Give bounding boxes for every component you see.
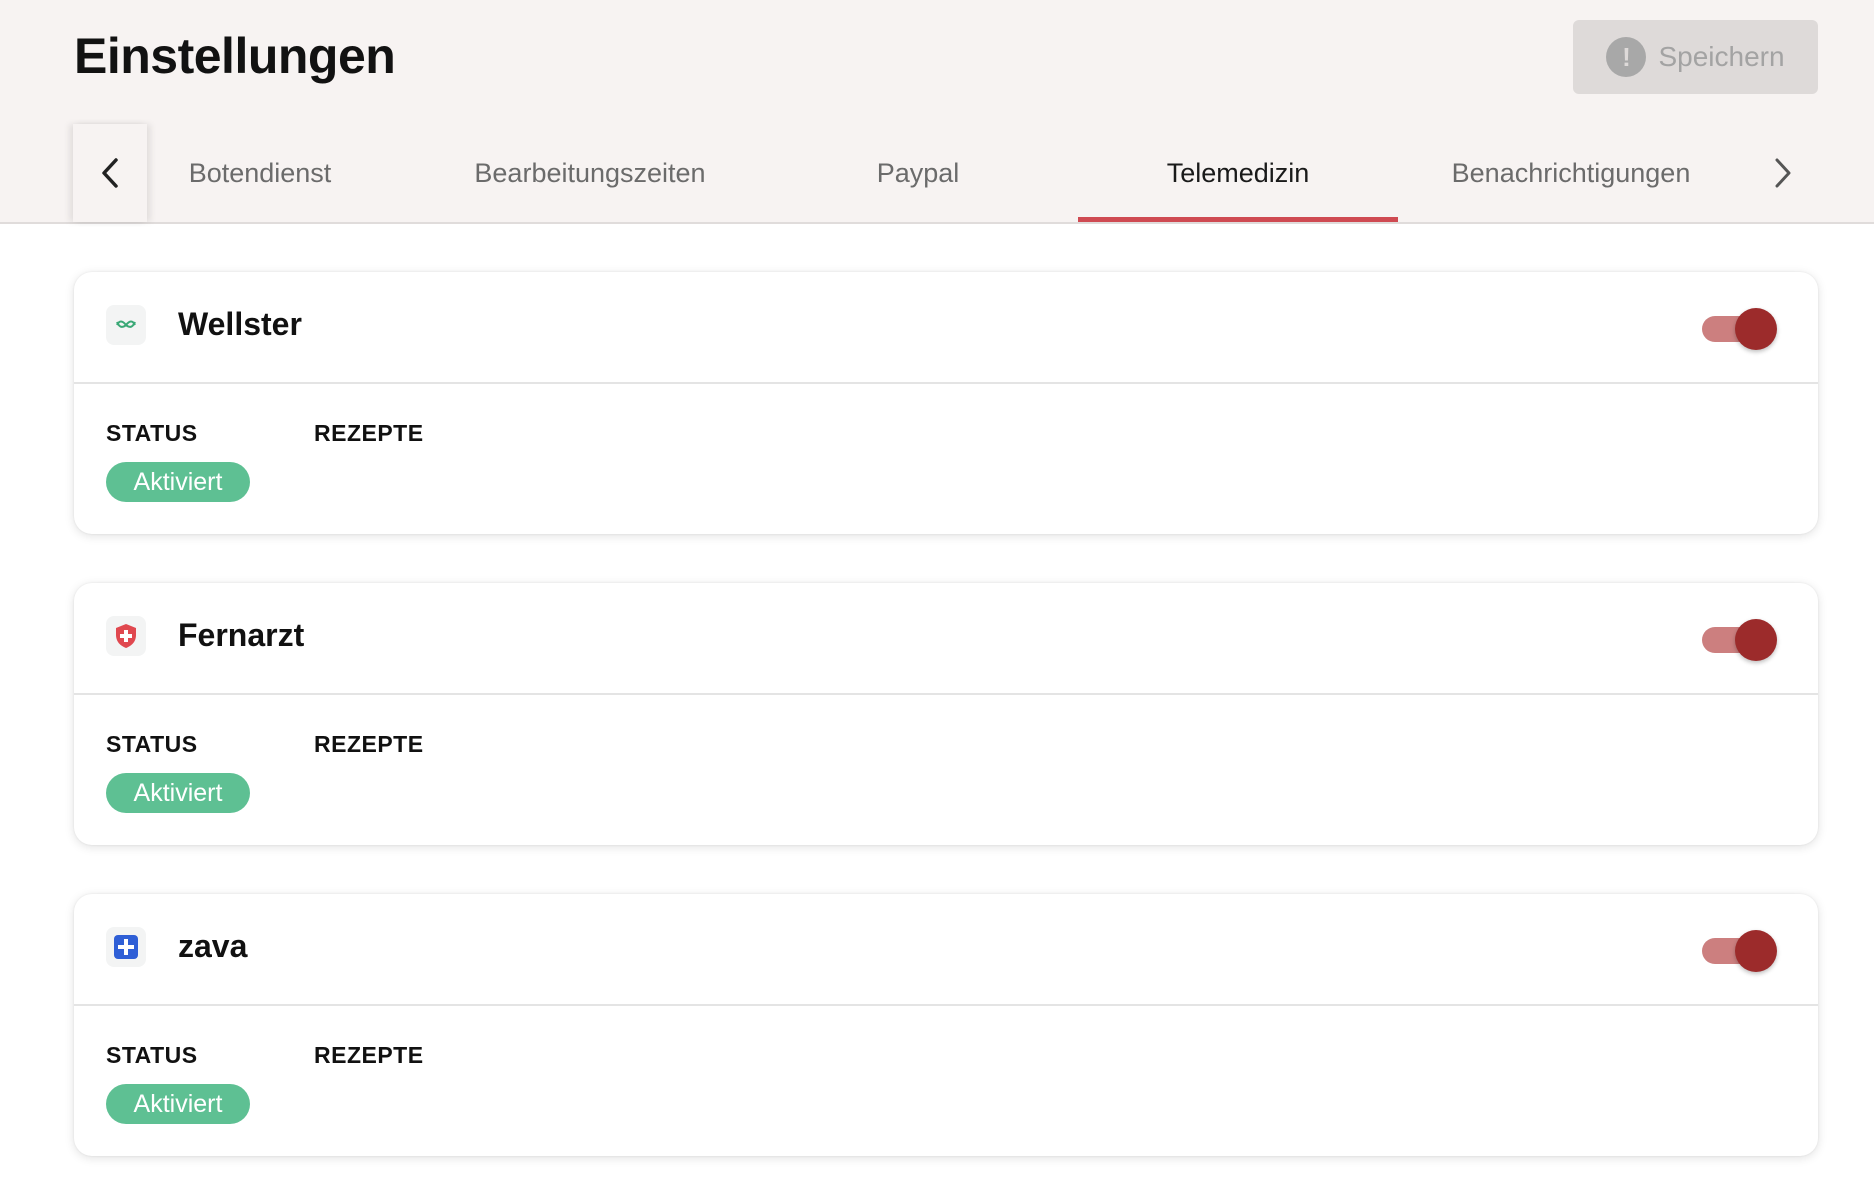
status-label: STATUS bbox=[106, 1042, 198, 1068]
toggle-knob bbox=[1735, 930, 1777, 972]
page-header: Einstellungen ! Speichern bbox=[0, 0, 1874, 124]
provider-card-wellster: Wellster STATUS REZEPTE Aktiviert bbox=[74, 272, 1818, 534]
status-badge: Aktiviert bbox=[106, 773, 250, 813]
zava-cross-icon bbox=[106, 927, 146, 967]
provider-toggle[interactable] bbox=[1702, 619, 1778, 661]
provider-card-header: zava bbox=[74, 894, 1818, 1006]
wellster-logo-icon bbox=[106, 305, 146, 345]
provider-name: zava bbox=[178, 928, 248, 964]
status-label: STATUS bbox=[106, 731, 198, 757]
active-tab-indicator bbox=[1078, 217, 1398, 222]
provider-card-zava: zava STATUS REZEPTE Aktiviert bbox=[74, 894, 1818, 1156]
provider-card-fernarzt: Fernarzt STATUS REZEPTE Aktiviert bbox=[74, 583, 1818, 845]
status-label: STATUS bbox=[106, 420, 198, 446]
save-button[interactable]: ! Speichern bbox=[1573, 20, 1818, 94]
provider-name: Fernarzt bbox=[178, 617, 305, 653]
rezepte-label: REZEPTE bbox=[314, 731, 424, 757]
provider-card-header: Wellster bbox=[74, 272, 1818, 384]
chevron-left-icon bbox=[102, 158, 118, 188]
tab-benachrichtigungen[interactable]: Benachrichtigungen bbox=[1420, 124, 1722, 222]
provider-toggle[interactable] bbox=[1702, 308, 1778, 350]
chevron-right-icon bbox=[1775, 158, 1791, 188]
status-badge: Aktiviert bbox=[106, 1084, 250, 1124]
fernarzt-shield-icon bbox=[106, 616, 146, 656]
tab-bearbeitungszeiten[interactable]: Bearbeitungszeiten bbox=[440, 124, 740, 222]
settings-tabbar: Botendienst Bearbeitungszeiten Paypal Te… bbox=[0, 124, 1874, 224]
tab-paypal[interactable]: Paypal bbox=[818, 124, 1018, 222]
provider-toggle[interactable] bbox=[1702, 930, 1778, 972]
tab-telemedizin[interactable]: Telemedizin bbox=[1078, 124, 1398, 222]
alert-icon: ! bbox=[1606, 37, 1647, 77]
page-title: Einstellungen bbox=[74, 28, 396, 84]
status-badge: Aktiviert bbox=[106, 462, 250, 502]
tab-botendienst[interactable]: Botendienst bbox=[160, 124, 360, 222]
rezepte-label: REZEPTE bbox=[314, 1042, 424, 1068]
provider-card-header: Fernarzt bbox=[74, 583, 1818, 695]
rezepte-label: REZEPTE bbox=[314, 420, 424, 446]
tabs-scroll-left-button[interactable] bbox=[73, 124, 147, 222]
provider-name: Wellster bbox=[178, 306, 302, 342]
tabs-scroll-right-button[interactable] bbox=[1748, 124, 1818, 222]
toggle-knob bbox=[1735, 308, 1777, 350]
save-button-label: Speichern bbox=[1658, 41, 1785, 72]
toggle-knob bbox=[1735, 619, 1777, 661]
